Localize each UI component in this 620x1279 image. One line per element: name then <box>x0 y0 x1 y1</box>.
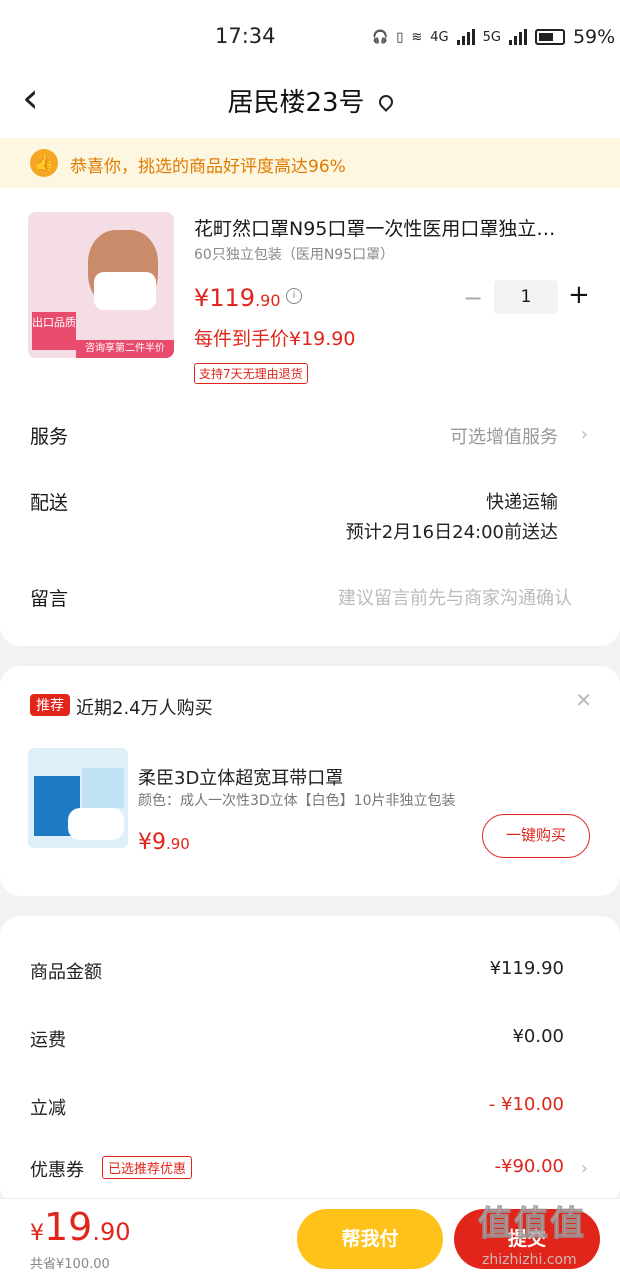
service-label: 服务 <box>30 426 69 448</box>
headphones-icon: 🎧 <box>372 29 389 45</box>
service-chevron-icon[interactable]: › <box>581 424 588 445</box>
coupon-value[interactable]: -¥90.00 <box>495 1156 564 1177</box>
thumbs-up-icon: 👍 <box>30 149 58 177</box>
quantity-input[interactable]: 1 <box>494 280 558 314</box>
coupon-tag: 已选推荐优惠 <box>102 1156 193 1179</box>
address-title[interactable]: 居民楼23号 <box>0 82 620 119</box>
goods-amount-value: ¥119.90 <box>489 958 564 979</box>
signal-icon <box>456 29 475 45</box>
freight-value: ¥0.00 <box>512 1026 564 1047</box>
page-title: 居民楼23号 <box>227 88 365 118</box>
freight-label: 运费 <box>30 1030 66 1051</box>
product-image[interactable]: 出口品质 咨询享第二件半价 <box>28 212 174 358</box>
location-pin-icon <box>375 92 396 112</box>
wifi-icon: ≋ <box>411 29 423 45</box>
watermark-url: zhizhizhi.com <box>482 1252 577 1268</box>
total-price: ¥19.90 <box>30 1205 131 1249</box>
total-price-yen: ¥ <box>30 1221 44 1246</box>
product-image-strip: 咨询享第二件半价 <box>76 340 174 358</box>
total-price-main: 19 <box>44 1205 93 1249</box>
banner-text: 恭喜你，挑选的商品好评度高达96% <box>70 157 346 177</box>
status-time: 17:34 <box>215 24 276 48</box>
saved-amount: 共省¥100.00 <box>30 1257 110 1272</box>
product-price-decimal: .90 <box>255 291 281 310</box>
coupon-chevron-icon[interactable]: › <box>581 1158 588 1179</box>
info-icon[interactable]: i <box>286 288 302 304</box>
product-subtitle: 60只独立包装（医用N95口罩） <box>194 247 395 263</box>
product-title[interactable]: 花町然口罩N95口罩一次性医用口罩独立… <box>194 214 594 241</box>
product-price: ¥119.90 <box>194 284 281 312</box>
total-price-decimal: .90 <box>92 1218 131 1246</box>
help-me-pay-button[interactable]: 帮我付 <box>297 1209 443 1269</box>
recommend-title[interactable]: 柔臣3D立体超宽耳带口罩 <box>138 764 343 790</box>
recommend-price-main: ¥9 <box>138 830 166 855</box>
recommend-image-pack <box>82 768 124 808</box>
message-input[interactable]: 建议留言前先与商家沟通确认 <box>338 584 572 610</box>
recommend-image-mask <box>68 808 124 840</box>
network-5g-label: 5G <box>482 29 501 45</box>
close-icon[interactable]: ✕ <box>575 688 592 712</box>
price-summary-card: 商品金额 ¥119.90 运费 ¥0.00 立减 - ¥10.00 优惠券 已选… <box>0 916 620 1206</box>
quantity-decrease-button[interactable]: − <box>463 284 483 312</box>
nav-bar: ‹ 居民楼23号 <box>0 70 620 138</box>
recommend-headline: 近期2.4万人购买 <box>76 698 213 719</box>
status-icons: 🎧 ▯ ≋ 4G 5G 59% <box>372 26 615 48</box>
discount-value: - ¥10.00 <box>488 1094 564 1115</box>
service-value[interactable]: 可选增值服务 <box>450 423 558 449</box>
status-bar: 17:34 🎧 ▯ ≋ 4G 5G 59% <box>0 0 620 70</box>
delivery-label: 配送 <box>30 492 69 514</box>
one-click-buy-button[interactable]: 一键购买 <box>482 814 590 858</box>
vibrate-icon: ▯ <box>396 29 404 45</box>
watermark-logo-mark: 值值值 <box>478 1204 586 1245</box>
final-unit-price: 每件到手价¥19.90 <box>194 328 356 350</box>
product-card: 出口品质 咨询享第二件半价 花町然口罩N95口罩一次性医用口罩独立… 60只独立… <box>0 188 620 646</box>
discount-label: 立减 <box>30 1098 66 1119</box>
product-image-mask <box>94 272 156 310</box>
recommend-subtitle: 颜色：成人一次性3D立体【白色】10片非独立包装 <box>138 793 456 809</box>
network-4g-label: 4G <box>430 29 449 45</box>
watermark-logo: 值值值 zhizhizhi.com <box>476 1196 616 1276</box>
battery-percent: 59% <box>572 26 616 48</box>
rating-banner: 👍 恭喜你，挑选的商品好评度高达96% <box>0 138 620 188</box>
battery-icon <box>534 29 565 45</box>
recommend-card: 推荐 近期2.4万人购买 ✕ 柔臣3D立体超宽耳带口罩 颜色：成人一次性3D立体… <box>0 666 620 896</box>
return-policy-tag: 支持7天无理由退货 <box>194 363 308 384</box>
delivery-method: 快递运输 <box>486 492 558 513</box>
goods-amount-label: 商品金额 <box>30 962 102 983</box>
message-label: 留言 <box>30 588 69 610</box>
quantity-increase-button[interactable]: + <box>568 280 590 310</box>
delivery-eta: 预计2月16日24:00前送达 <box>345 522 558 543</box>
product-price-main: ¥119 <box>194 284 256 312</box>
product-image-tag: 出口品质 <box>32 312 76 350</box>
signal-icon-2 <box>508 29 527 45</box>
coupon-label: 优惠券 <box>30 1160 84 1181</box>
recommend-image[interactable] <box>28 748 128 848</box>
recommend-badge: 推荐 <box>30 694 70 716</box>
recommend-price-decimal: .90 <box>166 835 190 853</box>
recommend-price: ¥9.90 <box>138 830 190 855</box>
